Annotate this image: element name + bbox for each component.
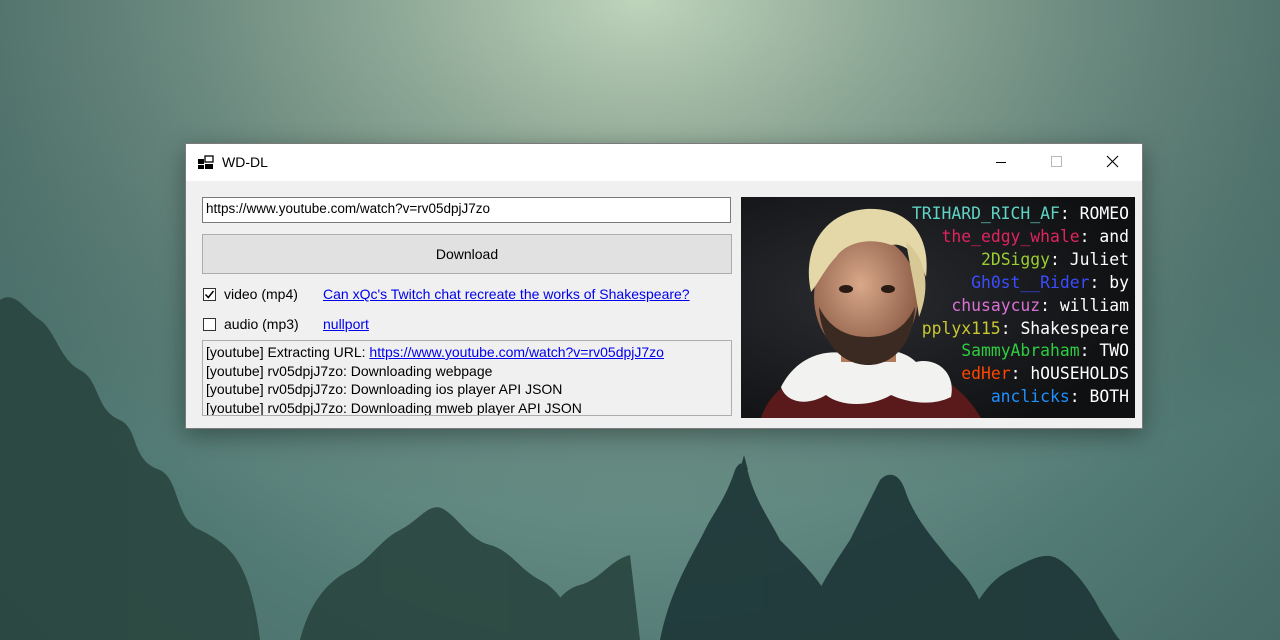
channel-link[interactable]: nullport — [323, 316, 369, 332]
chat-message: edHer: hOUSEHOLDS — [961, 364, 1129, 384]
chat-message: the_edgy_whale: and — [941, 226, 1129, 246]
chat-username: Gh0st__Rider — [971, 272, 1090, 292]
video-title-link[interactable]: Can xQc's Twitch chat recreate the works… — [323, 286, 690, 302]
log-line: [youtube] rv05dpjJ7zo: Downloading webpa… — [206, 362, 493, 379]
log-output[interactable]: [youtube] Extracting URL: https://www.yo… — [202, 340, 732, 416]
chat-username: TRIHARD_RICH_AF — [911, 204, 1060, 223]
audio-checkbox[interactable] — [203, 318, 216, 331]
video-checkbox[interactable] — [203, 288, 216, 301]
chat-username: edHer — [961, 364, 1011, 384]
checkmark-icon — [204, 290, 215, 299]
chat-message: SammyAbraham: TWO — [961, 341, 1129, 361]
log-url-link[interactable]: https://www.youtube.com/watch?v=rv05dpjJ… — [369, 344, 664, 360]
chat-text: by — [1109, 272, 1129, 292]
chat-text: TWO — [1099, 341, 1129, 361]
window-title: WD-DL — [222, 154, 268, 170]
download-button[interactable]: Download — [202, 234, 732, 274]
chat-text: Shakespeare — [1020, 318, 1129, 338]
chat-message: Gh0st__Rider: by — [971, 272, 1129, 292]
url-input[interactable]: https://www.youtube.com/watch?v=rv05dpjJ… — [202, 197, 731, 223]
chat-message: chusaycuz: william — [951, 295, 1129, 315]
chat-text: ROMEO — [1079, 204, 1129, 223]
audio-option-label[interactable]: audio (mp3) — [224, 316, 299, 332]
chat-message: anclicks: BOTH — [990, 387, 1129, 407]
log-line: [youtube] rv05dpjJ7zo: Downloading ios p… — [206, 381, 563, 398]
log-line: [youtube] Extracting URL: https://www.yo… — [206, 343, 728, 362]
app-icon — [198, 155, 214, 169]
video-option-label[interactable]: video (mp4) — [224, 286, 298, 302]
log-line: [youtube] rv05dpjJ7zo: Downloading mweb … — [206, 399, 582, 416]
chat-text: BOTH — [1089, 387, 1129, 407]
chat-text: hOUSEHOLDS — [1030, 364, 1129, 384]
desktop-wallpaper: WD-DL https://www.youtube.com/watch?v=rv… — [0, 0, 1280, 640]
chat-username: the_edgy_whale — [941, 226, 1080, 246]
chat-text: Juliet — [1069, 249, 1129, 269]
chat-username: pplyx115 — [921, 318, 1001, 338]
video-thumbnail: TRIHARD_RICH_AF: ROMEO the_edgy_whale: an… — [741, 197, 1135, 418]
maximize-icon[interactable] — [1034, 144, 1080, 181]
chat-message: pplyx115: Shakespeare — [921, 318, 1129, 338]
chat-username: chusaycuz — [951, 295, 1041, 315]
chat-message: 2DSiggy: Juliet — [980, 249, 1129, 269]
minimize-icon[interactable] — [978, 144, 1024, 181]
chat-message: TRIHARD_RICH_AF: ROMEO — [911, 204, 1129, 223]
log-text: [youtube] Extracting URL: — [206, 344, 370, 360]
chat-username: 2DSiggy — [980, 249, 1051, 269]
chat-text: william — [1059, 295, 1129, 315]
chat-overlay: TRIHARD_RICH_AF: ROMEO the_edgy_whale: an… — [912, 203, 1129, 409]
close-icon[interactable] — [1090, 144, 1136, 181]
title-bar[interactable]: WD-DL — [186, 144, 1142, 181]
chat-text: and — [1099, 226, 1129, 246]
app-window: WD-DL https://www.youtube.com/watch?v=rv… — [185, 143, 1143, 429]
chat-username: SammyAbraham — [961, 341, 1080, 361]
chat-username: anclicks — [990, 387, 1070, 407]
